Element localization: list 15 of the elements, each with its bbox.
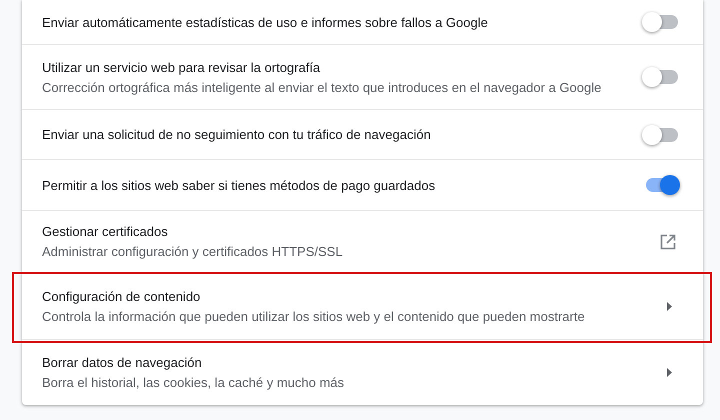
toggle-switch[interactable] (646, 178, 678, 192)
setting-description: Administrar configuración y certificados HTTPS/SSL (42, 244, 344, 259)
setting-description: Controla la información que pueden utilizar los sitios web y el contenido que pueden mostrarte (42, 308, 586, 324)
setting-title: Borrar datos de navegación (42, 355, 203, 370)
setting-title: Enviar una solicitud de no seguimiento con tu tráfico de navegación (42, 127, 432, 142)
setting-title: Gestionar certificados (42, 224, 169, 239)
setting-title: Configuración de contenido (42, 288, 202, 304)
external-link-icon[interactable] (660, 234, 676, 250)
arrow-right-icon[interactable] (667, 302, 672, 310)
setting-title: Utilizar un servicio web para revisar la ortografía (42, 60, 322, 74)
setting-title: Enviar automáticamente estadísticas de uso e informes sobre fallos a Google (42, 14, 489, 30)
setting-description: Borra el historial, las cookies, la caché y mucho más (42, 375, 346, 390)
setting-title: Permitir a los sitios web saber si tienes métodos de pago guardados (42, 178, 436, 192)
setting-description: Corrección ortográfica más inteligente al enviar el texto que introduces en el navegador a Google (42, 80, 602, 94)
arrow-right-icon[interactable] (667, 368, 672, 377)
